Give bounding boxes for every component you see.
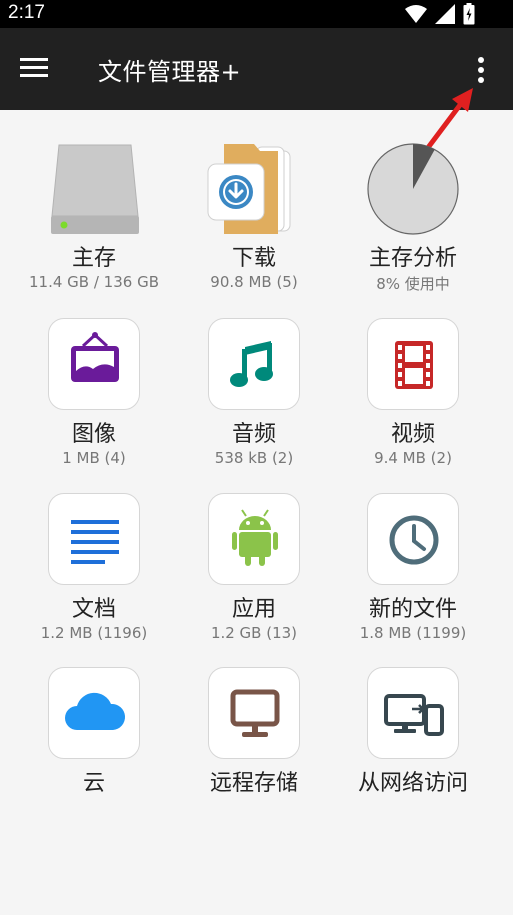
tile-label: 图像: [71, 422, 116, 447]
tile-images[interactable]: 图像 1 MB (4): [9, 318, 179, 478]
music-note-icon: [208, 318, 300, 410]
tile-subtitle: 1.2 MB (1196): [40, 624, 148, 642]
clock-icon: [367, 493, 459, 585]
tile-documents[interactable]: 文档 1.2 MB (1196): [9, 493, 179, 653]
monitor-icon: [208, 667, 300, 759]
status-time: 2:17: [8, 2, 45, 23]
tile-label: 视频: [390, 422, 435, 447]
app-title: 文件管理器+: [98, 58, 242, 86]
tile-network-access[interactable]: 从网络访问: [328, 667, 498, 797]
tile-subtitle: 1 MB (4): [62, 449, 126, 467]
tile-subtitle: 90.8 MB (5): [210, 273, 298, 291]
android-icon: [208, 493, 300, 585]
tile-subtitle: 538 kB (2): [214, 449, 294, 467]
tile-subtitle: 1.8 MB (1199): [359, 624, 467, 642]
tile-subtitle: 1.2 GB (13): [210, 624, 298, 642]
tile-remote-storage[interactable]: 远程存储: [169, 667, 339, 797]
battery-icon: [463, 3, 475, 25]
film-strip-icon: [367, 318, 459, 410]
tile-cloud[interactable]: 云: [9, 667, 179, 797]
status-bar: 2:17: [0, 0, 513, 28]
tile-video[interactable]: 视频 9.4 MB (2): [328, 318, 498, 478]
document-lines-icon: [48, 493, 140, 585]
tile-label: 下载: [231, 246, 276, 271]
more-vert-icon: [478, 57, 484, 83]
tile-new-files[interactable]: 新的文件 1.8 MB (1199): [328, 493, 498, 653]
tile-label: 远程存储: [209, 771, 298, 796]
tile-audio[interactable]: 音频 538 kB (2): [169, 318, 339, 478]
tile-label: 从网络访问: [357, 771, 468, 796]
status-icons: [405, 3, 475, 25]
hard-drive-icon: [47, 142, 143, 234]
tile-downloads[interactable]: 下载 90.8 MB (5): [169, 142, 339, 302]
tile-label: 主存分析: [368, 246, 457, 271]
tile-label: 云: [82, 771, 105, 796]
tile-storage-analysis[interactable]: 主存分析 8% 使用中: [328, 142, 498, 302]
tile-subtitle: 9.4 MB (2): [374, 449, 452, 467]
tile-label: 音频: [231, 422, 276, 447]
overflow-menu-button[interactable]: [468, 54, 494, 88]
tile-label: 应用: [231, 597, 276, 622]
pie-chart-icon: [366, 142, 460, 235]
hamburger-icon: [20, 58, 48, 77]
tile-subtitle: 8% 使用中: [376, 275, 450, 293]
tile-subtitle: 11.4 GB / 136 GB: [29, 273, 159, 291]
menu-button[interactable]: [16, 54, 54, 84]
tile-label: 文档: [71, 597, 116, 622]
download-folder-icon: [206, 142, 302, 234]
cloud-icon: [48, 667, 140, 759]
tile-label: 新的文件: [368, 597, 457, 622]
image-frame-icon: [48, 318, 140, 410]
devices-icon: [367, 667, 459, 759]
tile-main-storage[interactable]: 主存 11.4 GB / 136 GB: [9, 142, 179, 302]
tile-apps[interactable]: 应用 1.2 GB (13): [169, 493, 339, 653]
tile-label: 主存: [71, 246, 116, 271]
wifi-icon: [405, 5, 427, 23]
app-bar: 文件管理器+: [0, 28, 513, 110]
signal-icon: [435, 4, 455, 24]
